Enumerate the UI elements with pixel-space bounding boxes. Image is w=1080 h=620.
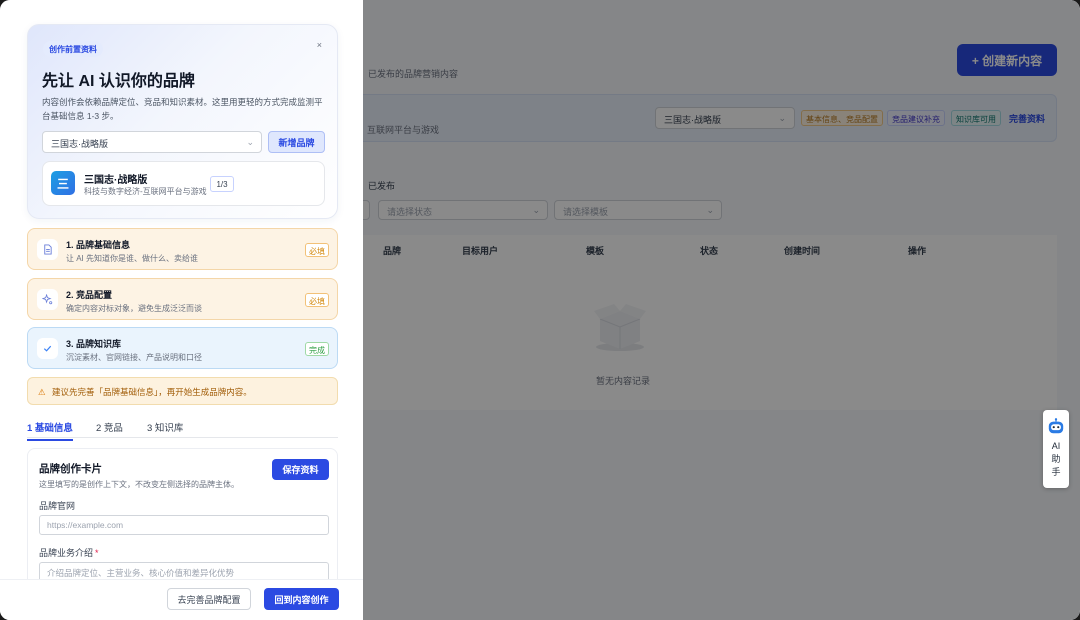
drawer-title: 先让 AI 认识你的品牌 — [42, 73, 195, 90]
website-input[interactable]: https://example.com — [39, 515, 329, 535]
required-badge: 必填 — [305, 243, 329, 257]
form-title: 品牌创作卡片 — [39, 463, 102, 475]
required-marker: * — [95, 548, 99, 558]
step-description: 让 AI 先知道你是谁、做什么、卖给谁 — [66, 254, 199, 263]
complete-brand-config-button[interactable]: 去完善品牌配置 — [167, 588, 251, 610]
intro-label: 品牌业务介绍 * — [39, 546, 99, 559]
prerequisite-badge: 创作前置资料 — [43, 41, 103, 57]
tab-knowledge-base[interactable]: 3 知识库 — [147, 420, 183, 439]
step-title: 3. 品牌知识库 — [66, 339, 122, 349]
robot-icon — [1048, 418, 1064, 434]
ai-assistant-button[interactable]: AI助手 — [1043, 410, 1069, 488]
brand-select[interactable]: 三国志·战略版 ⌄ — [42, 131, 262, 153]
brand-category: 科技与数字经济-互联网平台与游戏 — [84, 187, 207, 196]
step-description: 确定内容对标对象，避免生成泛泛而谈 — [66, 304, 202, 313]
drawer-description: 内容创作会依赖品牌定位、竞品和知识素材。这里用更轻的方式完成监测平台基础信息 1… — [42, 97, 323, 121]
form-description: 这里填写的是创作上下文，不改变左侧选择的品牌主体。 — [39, 480, 239, 489]
close-icon[interactable]: × — [317, 40, 322, 50]
step-brand-basics[interactable]: 1. 品牌基础信息 让 AI 先知道你是谁、做什么、卖给谁 必填 — [27, 228, 338, 270]
drawer-footer: 去完善品牌配置 回到内容创作 — [0, 579, 363, 620]
required-badge: 必填 — [305, 293, 329, 307]
document-icon — [37, 239, 58, 260]
selected-brand-card: 三 三国志·战略版 科技与数字经济-互联网平台与游戏 1/3 — [42, 161, 325, 206]
brand-logo: 三 — [51, 171, 75, 195]
warning-banner: ⚠ 建议先完善「品牌基础信息」，再开始生成品牌内容。 — [27, 377, 338, 405]
step-competitors[interactable]: 2. 竞品配置 确定内容对标对象，避免生成泛泛而谈 必填 — [27, 278, 338, 320]
website-label: 品牌官网 — [39, 501, 76, 511]
add-brand-button[interactable]: 新增品牌 — [268, 131, 325, 153]
completed-badge: 完成 — [305, 342, 329, 356]
step-knowledge-base[interactable]: 3. 品牌知识库 沉淀素材、官网链接、产品说明和口径 完成 — [27, 327, 338, 369]
ai-assistant-label: AI助手 — [1051, 441, 1061, 477]
setup-tabs: 1 基础信息 2 竞品 3 知识库 — [27, 420, 338, 441]
warning-text: 建议先完善「品牌基础信息」，再开始生成品牌内容。 — [52, 387, 252, 397]
brand-setup-drawer: 创作前置资料 × 先让 AI 认识你的品牌 内容创作会依赖品牌定位、竞品和知识素… — [0, 0, 363, 620]
step-description: 沉淀素材、官网链接、产品说明和口径 — [66, 353, 202, 362]
chevron-down-icon: ⌄ — [246, 137, 254, 147]
step-title: 2. 竞品配置 — [66, 290, 113, 300]
brand-name: 三国志·战略版 — [84, 175, 148, 186]
step-title: 1. 品牌基础信息 — [66, 240, 131, 250]
brand-select-value: 三国志·战略版 — [51, 139, 108, 149]
back-to-creation-button[interactable]: 回到内容创作 — [264, 588, 339, 610]
tab-competitors[interactable]: 2 竞品 — [96, 420, 123, 439]
intro-label-text: 品牌业务介绍 — [39, 548, 94, 558]
tab-basic-info[interactable]: 1 基础信息 — [27, 420, 73, 441]
check-icon — [37, 338, 58, 359]
progress-count-badge: 1/3 — [210, 176, 234, 192]
warning-icon: ⚠ — [38, 387, 46, 397]
sparkle-icon — [37, 289, 58, 310]
save-button[interactable]: 保存资料 — [272, 459, 329, 480]
brand-intro-card: 创作前置资料 × 先让 AI 认识你的品牌 内容创作会依赖品牌定位、竞品和知识素… — [27, 24, 338, 219]
screen: + 创建新内容 已发布的品牌营销内容 互联网平台与游戏 三国志·战略版 ⌄ 基本… — [0, 0, 1080, 620]
